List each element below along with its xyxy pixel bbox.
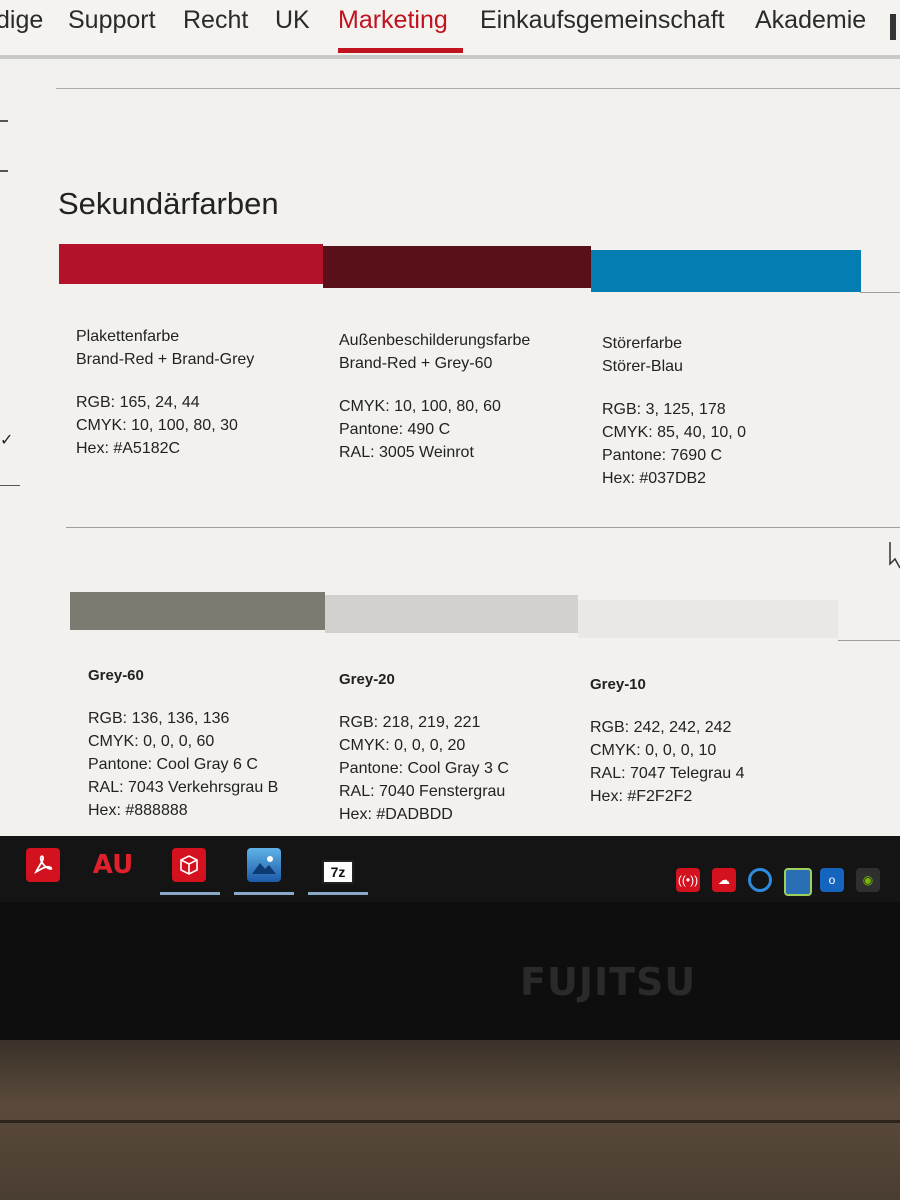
color-value: CMYK: 0, 0, 0, 60: [88, 733, 215, 750]
color-value: Pantone: 490 C: [339, 421, 451, 438]
color-value: CMYK: 0, 0, 0, 20: [339, 737, 466, 754]
color-value: RGB: 242, 242, 242: [590, 719, 732, 736]
color-title: Grey-10: [590, 676, 646, 693]
color-value: Hex: #888888: [88, 802, 188, 819]
active-app-indicator: [160, 892, 220, 895]
active-app-indicator: [308, 892, 368, 895]
swatch-grey-60: [70, 592, 325, 630]
active-app-indicator: [234, 892, 294, 895]
color-value: RGB: 3, 125, 178: [602, 401, 726, 418]
color-title: Plakettenfarbe: [76, 328, 180, 345]
nav-item-einkaufsgemeinschaft[interactable]: Einkaufsgemeinschaft: [480, 6, 725, 35]
outlook-icon[interactable]: o: [820, 868, 844, 892]
color-info-grey-60: Grey-60 RGB: 136, 136, 136 CMYK: 0, 0, 0…: [88, 664, 278, 822]
color-value: RGB: 136, 136, 136: [88, 710, 230, 727]
color-value: Pantone: Cool Gray 6 C: [88, 756, 258, 773]
color-title: Störerfarbe: [602, 335, 683, 352]
check-icon: ✓: [0, 432, 14, 449]
section-title: Sekundärfarben: [58, 186, 279, 221]
chassis-edge: [0, 1120, 900, 1123]
color-title: Außenbeschilderungsfarbe: [339, 332, 531, 349]
sidebar-mark: [0, 485, 20, 486]
nav-item-marketing[interactable]: Marketing: [338, 6, 448, 35]
color-subtitle: Brand-Red + Grey-60: [339, 355, 493, 372]
color-title: Grey-60: [88, 667, 144, 684]
swatch-stoererfarbe: [591, 250, 861, 292]
content-divider: [56, 88, 900, 89]
nav-item-dige[interactable]: dige: [0, 6, 43, 35]
color-value: RAL: 7040 Fenstergrau: [339, 783, 506, 800]
broadcast-icon[interactable]: ((•)): [676, 868, 700, 892]
swatch-aussenbeschilderungsfarbe: [323, 246, 591, 288]
nav-item-support[interactable]: Support: [68, 6, 156, 35]
color-info-grey-20: Grey-20 RGB: 218, 219, 221 CMYK: 0, 0, 0…: [339, 668, 509, 826]
mouse-cursor-icon: [889, 542, 900, 569]
monitor-icon[interactable]: [784, 868, 812, 896]
color-value: CMYK: 10, 100, 80, 30: [76, 417, 238, 434]
color-value: Hex: #A5182C: [76, 440, 181, 457]
au-icon[interactable]: AU: [93, 848, 133, 882]
cloud-sync-icon[interactable]: ☁: [712, 868, 736, 892]
nav-item-uk[interactable]: UK: [275, 6, 310, 35]
browser-icon[interactable]: [748, 868, 772, 892]
color-value: CMYK: 85, 40, 10, 0: [602, 424, 747, 441]
color-info-stoererfarbe: Störerfarbe Störer-Blau RGB: 3, 125, 178…: [602, 332, 746, 490]
color-subtitle: Störer-Blau: [602, 358, 683, 375]
laptop-bezel: [0, 902, 900, 1062]
color-subtitle: Brand-Red + Brand-Grey: [76, 351, 255, 368]
color-value: Hex: #F2F2F2: [590, 788, 693, 805]
section-divider: [66, 527, 900, 528]
swatch-baseline: [838, 640, 900, 641]
sidebar-mark: [0, 170, 8, 172]
swatch-baseline: [860, 292, 900, 293]
color-value: Hex: #037DB2: [602, 470, 707, 487]
photos-icon[interactable]: [247, 848, 281, 882]
color-title: Grey-20: [339, 671, 395, 688]
color-value: Hex: #DADBDD: [339, 806, 453, 823]
color-value: RAL: 7047 Telegrau 4: [590, 765, 745, 782]
color-info-plakettenfarbe: Plakettenfarbe Brand-Red + Brand-Grey RG…: [76, 325, 254, 460]
7zip-icon[interactable]: 7z: [322, 860, 354, 884]
nav-item-recht[interactable]: Recht: [183, 6, 248, 35]
color-value: RAL: 7043 Verkehrsgrau B: [88, 779, 279, 796]
color-value: RGB: 218, 219, 221: [339, 714, 481, 731]
color-value: RAL: 3005 Weinrot: [339, 444, 474, 461]
swatch-grey-10: [578, 600, 838, 638]
acrobat-icon[interactable]: [26, 848, 60, 882]
package-icon[interactable]: [172, 848, 206, 882]
sidebar-mark: [0, 120, 8, 122]
browser-screen: dige Support Recht UK Marketing Einkaufs…: [0, 0, 900, 840]
color-value: CMYK: 10, 100, 80, 60: [339, 398, 501, 415]
brand-logo: FUJITSU: [520, 960, 697, 1004]
nav-overflow-mark: [890, 14, 896, 40]
color-value: RGB: 165, 24, 44: [76, 394, 200, 411]
swatch-grey-20: [325, 595, 578, 633]
color-value: CMYK: 0, 0, 0, 10: [590, 742, 717, 759]
nvidia-icon[interactable]: ◉: [856, 868, 880, 892]
top-navigation: dige Support Recht UK Marketing Einkaufs…: [0, 0, 900, 56]
swatch-plakettenfarbe: [59, 244, 323, 284]
color-value: Pantone: Cool Gray 3 C: [339, 760, 509, 777]
active-tab-underline: [338, 48, 463, 53]
nav-divider: [0, 55, 900, 59]
color-info-grey-10: Grey-10 RGB: 242, 242, 242 CMYK: 0, 0, 0…: [590, 673, 744, 808]
nav-item-akademie[interactable]: Akademie: [755, 6, 866, 35]
color-info-aussenbeschilderungsfarbe: Außenbeschilderungsfarbe Brand-Red + Gre…: [339, 329, 530, 464]
color-value: Pantone: 7690 C: [602, 447, 723, 464]
